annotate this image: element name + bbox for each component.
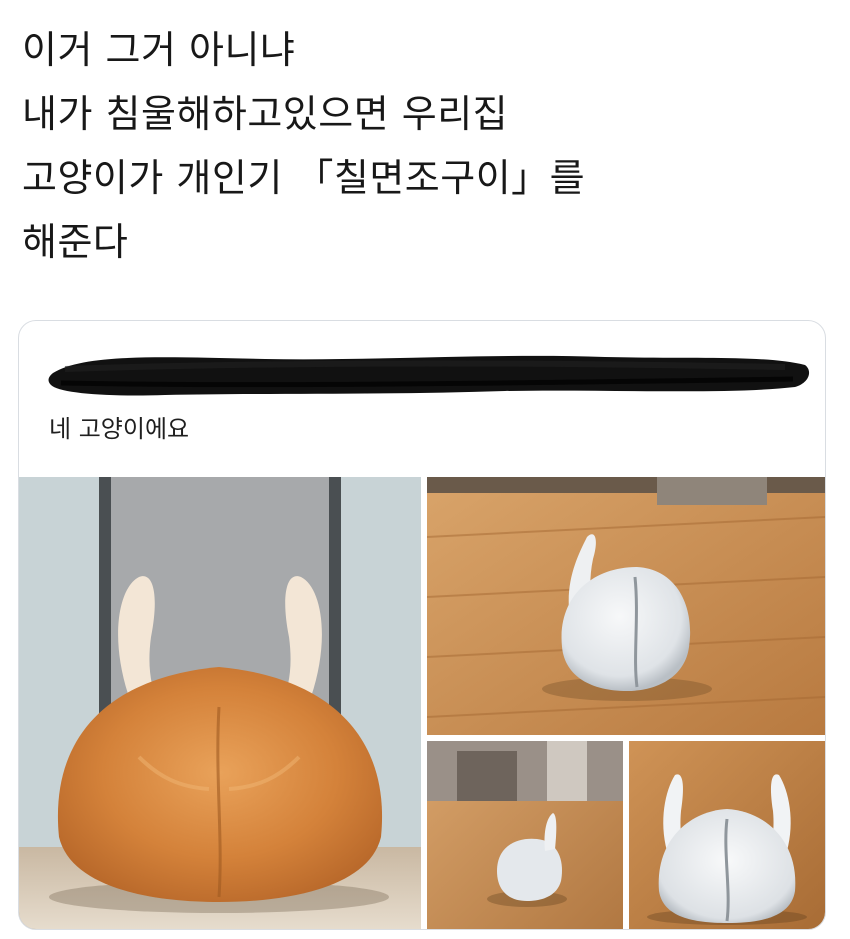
post-text-line: 내가 침울해하고있으면 우리집 — [22, 92, 509, 136]
white-cat-side-small-photo[interactable] — [427, 741, 623, 929]
post-text-line: 해준다 — [22, 220, 129, 264]
orange-cat-turkey-pose-photo[interactable] — [19, 477, 421, 929]
white-cat-turkey-pose-photo[interactable] — [629, 741, 825, 929]
quoted-post-card[interactable]: 네 고양이에요 — [18, 320, 826, 930]
quoted-post-caption: 네 고양이에요 — [49, 415, 190, 443]
photo-grid — [19, 477, 825, 929]
post-text-line: 이거 그거 아니냐 — [22, 28, 296, 72]
white-cat-loaf-on-floor-photo[interactable] — [427, 477, 825, 735]
redacted-author-scribble — [45, 339, 811, 401]
post-text: 이거 그거 아니냐 내가 침울해하고있으면 우리집 고양이가 개인기 「칠면조구… — [22, 18, 822, 274]
post-text-line: 고양이가 개인기 「칠면조구이」를 — [22, 156, 586, 200]
